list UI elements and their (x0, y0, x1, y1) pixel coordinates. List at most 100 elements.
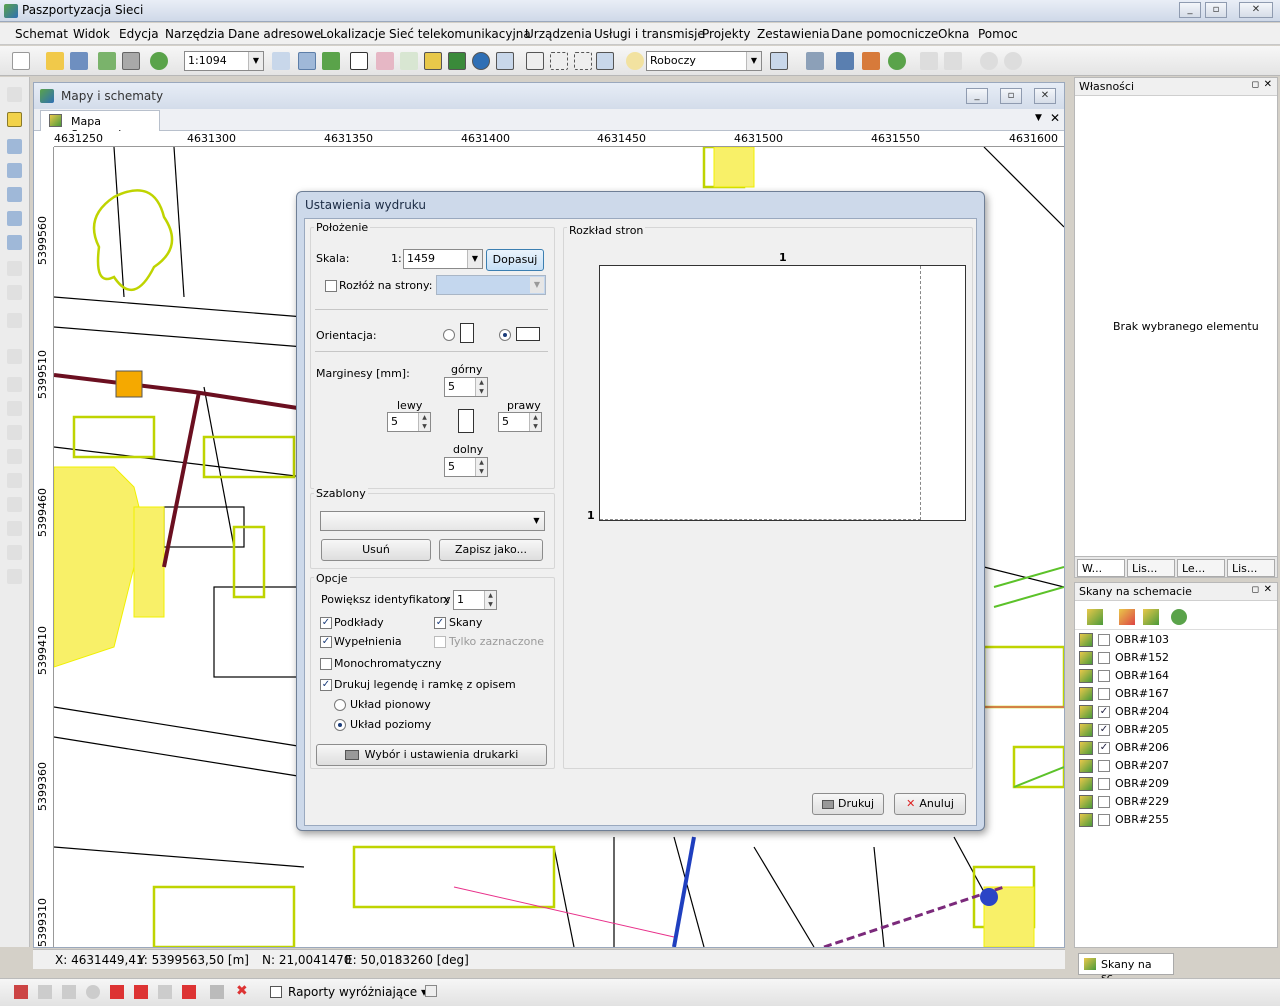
template-select[interactable]: ▼ (320, 511, 545, 531)
scale-select[interactable]: 1459 ▼ (403, 249, 483, 269)
node-icon[interactable] (7, 163, 22, 178)
tab-mapa-szczawnica[interactable]: Mapa Szczawnica (40, 110, 160, 141)
export-icon[interactable] (98, 52, 116, 70)
menu-projekty[interactable]: Projekty (702, 27, 751, 41)
globe-icon[interactable] (888, 52, 906, 70)
copy-tool-icon[interactable] (7, 497, 22, 512)
open-icon[interactable] (46, 52, 64, 70)
scale-tool-icon[interactable] (7, 521, 22, 536)
scan-checkbox[interactable] (1098, 688, 1110, 700)
list-icon[interactable] (350, 52, 368, 70)
tab-close-icon[interactable]: ✕ (1050, 111, 1060, 125)
connect-icon[interactable] (836, 52, 854, 70)
tab-lis-1[interactable]: Lis... (1127, 559, 1175, 577)
polygon-icon[interactable] (7, 211, 22, 226)
selected-only-checkbox[interactable] (434, 636, 446, 648)
map-node[interactable] (980, 888, 998, 906)
settings-icon[interactable] (770, 52, 788, 70)
scan-checkbox[interactable] (1098, 634, 1110, 646)
rotate-icon[interactable] (7, 545, 22, 560)
profile-combo[interactable]: Roboczy ▼ (646, 51, 762, 71)
id-icon[interactable] (596, 52, 614, 70)
tab-scans[interactable]: Skany na sc... (1078, 953, 1174, 984)
save-template-button[interactable]: Zapisz jako... (439, 539, 543, 561)
scan-icon[interactable] (448, 52, 466, 70)
fit-button[interactable]: Dopasuj (486, 249, 544, 271)
forward-icon[interactable] (1004, 52, 1022, 70)
map-close-button[interactable]: ✕ (1034, 88, 1056, 104)
remove-highlight-icon[interactable]: ✖ (236, 983, 248, 999)
spread-select[interactable]: ▼ (436, 275, 546, 295)
scan-checkbox[interactable] (1098, 814, 1110, 826)
layers-icon[interactable] (298, 52, 316, 70)
scan-checkbox[interactable] (1098, 652, 1110, 664)
tool-icon[interactable] (38, 985, 52, 999)
spin-arrows-icon[interactable]: ▲ ▼ (475, 458, 487, 476)
user-icon[interactable] (920, 52, 938, 70)
panel-close-icon[interactable]: ✕ (1264, 79, 1272, 90)
users-icon[interactable] (944, 52, 962, 70)
refresh-scans-icon[interactable] (1171, 609, 1187, 625)
edit-icon[interactable] (7, 235, 22, 250)
menu-narzedzia[interactable]: Narzędzia (165, 27, 225, 41)
scans-checkbox[interactable]: ✓ (434, 617, 446, 629)
tool-icon[interactable] (86, 985, 100, 999)
mirror-icon[interactable] (7, 569, 22, 584)
print-icon[interactable] (122, 52, 140, 70)
tab-list-icon[interactable]: ▼ (1035, 113, 1042, 123)
landscape-radio[interactable] (499, 329, 511, 341)
spin-arrows-icon[interactable]: ▲ ▼ (484, 591, 496, 609)
spin-arrows-icon[interactable]: ▲ ▼ (418, 413, 430, 431)
refresh-icon[interactable] (150, 52, 168, 70)
new-icon[interactable] (12, 52, 30, 70)
portrait-radio[interactable] (443, 329, 455, 341)
tool-icon[interactable] (210, 985, 224, 999)
zoom-icon[interactable] (272, 52, 290, 70)
menu-dane-pomocnicze[interactable]: Dane pomocnicze (831, 27, 938, 41)
join-icon[interactable] (7, 425, 22, 440)
menu-zestawienia[interactable]: Zestawienia (757, 27, 830, 41)
top-margin-input[interactable]: 5 ▲ ▼ (444, 377, 488, 397)
menu-schemat[interactable]: Schemat (15, 27, 68, 41)
network-icon[interactable] (806, 52, 824, 70)
close-button[interactable]: ✕ (1239, 2, 1273, 18)
map-icon[interactable] (322, 52, 340, 70)
measure-icon[interactable] (7, 473, 22, 488)
text-icon[interactable] (7, 261, 22, 276)
maximize-button[interactable]: ▫ (1205, 2, 1227, 18)
connect-tool-icon[interactable] (7, 349, 22, 364)
split-icon[interactable] (7, 401, 22, 416)
spin-arrows-icon[interactable]: ▲ ▼ (529, 413, 541, 431)
menu-edycja[interactable]: Edycja (119, 27, 159, 41)
menu-siec[interactable]: Sieć telekomunikacyjna (389, 27, 531, 41)
device-icon[interactable] (862, 52, 880, 70)
move-icon[interactable] (574, 52, 592, 70)
tool-icon[interactable] (425, 985, 437, 997)
fills-checkbox[interactable]: ✓ (320, 636, 332, 648)
mono-checkbox[interactable] (320, 658, 332, 670)
horizontal-radio[interactable] (334, 719, 346, 731)
grid-icon[interactable] (376, 52, 394, 70)
snap-icon[interactable] (526, 52, 544, 70)
tool-icon[interactable] (14, 985, 28, 999)
back-icon[interactable] (980, 52, 998, 70)
tab-le[interactable]: Le... (1177, 559, 1225, 577)
table-icon[interactable] (496, 52, 514, 70)
map-marker[interactable] (115, 370, 143, 398)
bottom-margin-input[interactable]: 5 ▲ ▼ (444, 457, 488, 477)
scan-checkbox[interactable] (1098, 778, 1110, 790)
cable-icon[interactable] (7, 377, 22, 392)
tool-icon[interactable] (182, 985, 196, 999)
reports-dropdown[interactable]: Raporty wyróżniające ▾ (288, 985, 427, 999)
cancel-button[interactable]: ✕ Anuluj (894, 793, 966, 815)
spread-checkbox[interactable] (325, 280, 337, 292)
select-icon[interactable] (550, 52, 568, 70)
save-icon[interactable] (70, 52, 88, 70)
menu-pomoc[interactable]: Pomoc (978, 27, 1018, 41)
scan-checkbox[interactable]: ✓ (1098, 724, 1110, 736)
menu-widok[interactable]: Widok (73, 27, 110, 41)
minimize-button[interactable]: _ (1179, 2, 1201, 18)
polyline-icon[interactable] (7, 187, 22, 202)
menu-okna[interactable]: Okna (938, 27, 969, 41)
map-minimize-button[interactable]: _ (966, 88, 988, 104)
